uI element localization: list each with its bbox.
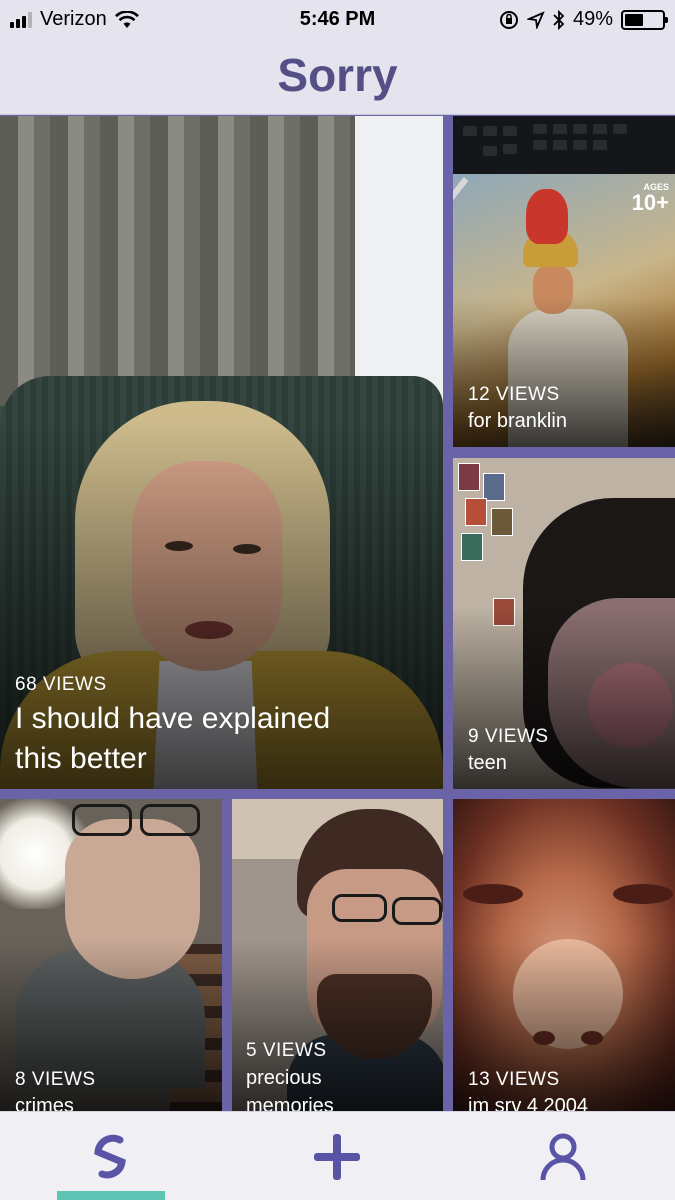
video-caption-line: I should have explained	[15, 702, 331, 735]
video-caption-line: memories	[246, 1095, 334, 1111]
view-count: 12 VIEWS	[468, 384, 560, 405]
video-caption: precious memories	[246, 1064, 334, 1111]
video-tile-teen[interactable]: 9 VIEWS teen	[453, 458, 675, 789]
view-count: 13 VIEWS	[468, 1069, 560, 1090]
video-caption: teen	[468, 752, 507, 774]
thumbnail-glasses	[72, 804, 132, 836]
video-caption: crimes	[15, 1095, 74, 1111]
thumbnail-eye	[613, 884, 673, 904]
selected-tab-indicator	[57, 1191, 165, 1200]
battery-icon	[621, 9, 668, 30]
bluetooth-icon	[553, 9, 565, 30]
video-tile-explained[interactable]: 68 VIEWS I should have explained this be…	[0, 116, 443, 789]
video-tile-srry[interactable]: 13 VIEWS im srv 4 2004	[453, 799, 675, 1111]
top-bar: Verizon 5:46 PM 49% Sorry	[0, 0, 675, 115]
tab-profile[interactable]	[503, 1112, 623, 1200]
thumbnail-glasses	[140, 804, 200, 836]
status-bar: Verizon 5:46 PM 49%	[0, 0, 675, 40]
thumbnail-plume	[526, 189, 568, 244]
video-tile-crimes[interactable]: 8 VIEWS crimes	[0, 799, 222, 1111]
plus-icon	[314, 1133, 360, 1180]
page-title: Sorry	[277, 49, 398, 101]
thumbnail-sword	[453, 177, 469, 268]
thumbnail-window	[355, 116, 443, 406]
thumbnail-curtain	[0, 116, 360, 406]
view-count: 9 VIEWS	[468, 726, 549, 747]
thumbnail-eye	[463, 884, 523, 904]
view-count: 5 VIEWS	[246, 1040, 327, 1061]
person-icon	[540, 1133, 586, 1180]
tab-create[interactable]	[277, 1112, 397, 1200]
battery-percent: 49%	[572, 8, 613, 30]
tab-bar	[0, 1111, 675, 1200]
video-caption-line: this better	[15, 742, 147, 775]
view-count: 68 VIEWS	[15, 674, 107, 695]
video-caption: for branklin	[468, 410, 567, 432]
video-caption: im srv 4 2004	[468, 1095, 589, 1111]
video-caption-line: precious	[246, 1067, 322, 1089]
tab-home[interactable]	[51, 1112, 171, 1200]
age-rating-badge: AGES 10+	[631, 182, 669, 215]
video-tile-memories[interactable]: 5 VIEWS precious memories	[232, 799, 443, 1111]
orientation-lock-icon	[499, 10, 518, 29]
view-count: 8 VIEWS	[15, 1069, 96, 1090]
thumbnail-glasses	[332, 894, 387, 922]
video-tile-branklin[interactable]: AGES 10+ 12 VIEWS for branklin	[453, 174, 675, 447]
video-caption: I should have explained this better	[15, 699, 330, 779]
thumbnail-glasses	[392, 897, 442, 925]
s-logo-icon	[94, 1134, 126, 1178]
location-arrow-icon	[526, 10, 545, 29]
video-tile-keyboard[interactable]	[453, 116, 675, 174]
